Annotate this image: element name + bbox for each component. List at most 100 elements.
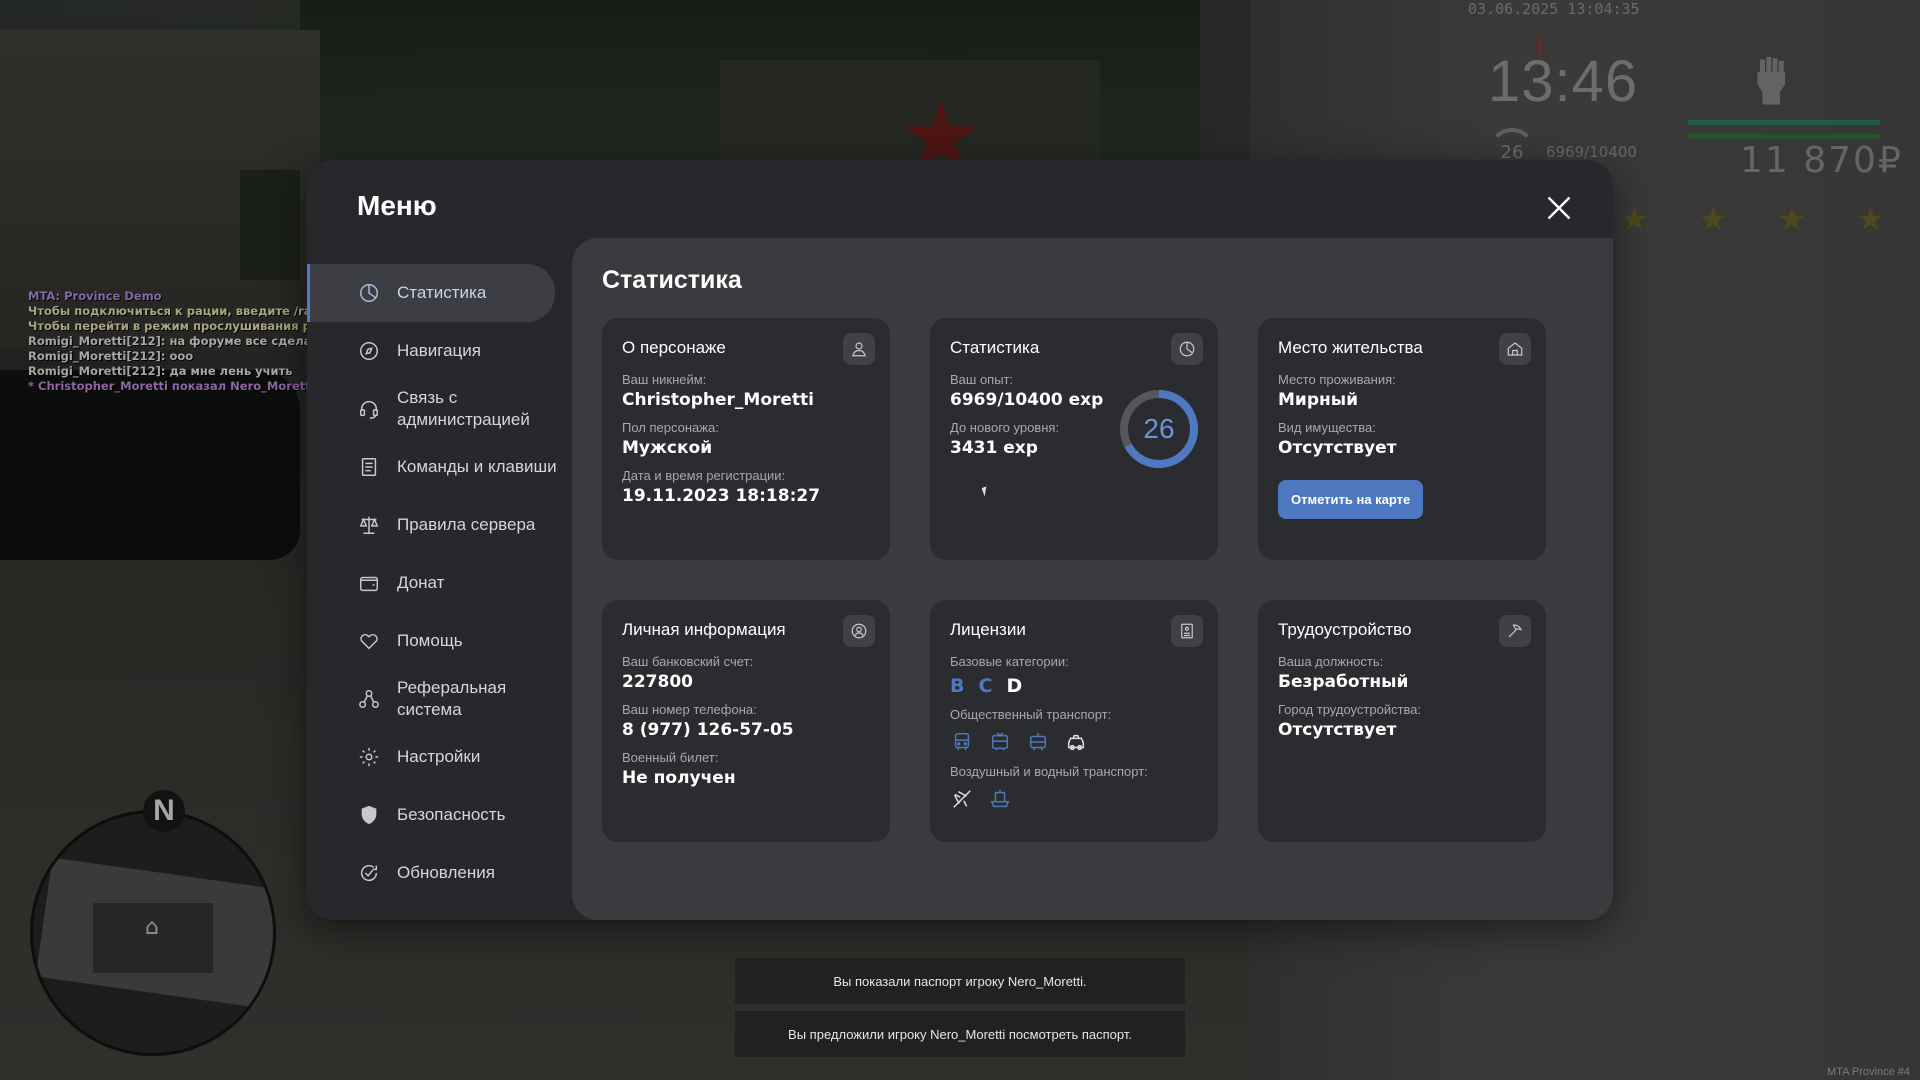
field-label: Место проживания: — [1278, 372, 1396, 387]
sidebar-item-label: Статистика — [397, 283, 487, 302]
sidebar-item-label: Связь с администрацией — [397, 388, 530, 429]
user-icon — [843, 333, 875, 365]
category-c: C — [978, 675, 993, 697]
refresh-check-icon — [357, 861, 381, 885]
user-circle-icon — [843, 615, 875, 647]
level-ring: 26 — [1118, 388, 1200, 470]
heart-hand-icon — [357, 629, 381, 653]
sidebar-item-help[interactable]: Помощь — [307, 612, 563, 670]
card-title: Статистика — [950, 338, 1040, 357]
sidebar-item-donate[interactable]: Донат — [307, 554, 563, 612]
character-card: О персонаже Ваш никнейм: Christopher_Mor… — [602, 318, 890, 560]
residence-value: Мирный — [1278, 390, 1359, 410]
page-title: Статистика — [602, 266, 742, 294]
field-label: Город трудоустройства: — [1278, 702, 1422, 717]
job-position-value: Безработный — [1278, 672, 1409, 692]
card-title: Личная информация — [622, 620, 786, 639]
headset-icon — [357, 397, 381, 421]
sidebar-item-label: Безопасность — [397, 805, 506, 824]
taxi-icon — [1064, 730, 1088, 754]
field-label: Общественный транспорт: — [950, 707, 1112, 722]
field-label: Воздушный и водный транспорт: — [950, 764, 1148, 779]
category-b: B — [950, 675, 965, 697]
field-label: Пол персонажа: — [622, 420, 719, 435]
field-label: Ваш никнейм: — [622, 372, 707, 387]
sidebar-item-label: Настройки — [397, 747, 481, 766]
field-label: Ваш банковский счет: — [622, 654, 754, 669]
registration-date-value: 19.11.2023 18:18:27 — [622, 486, 821, 506]
boat-icon — [988, 787, 1012, 811]
card-title: Трудоустройство — [1278, 620, 1412, 639]
sidebar-item-label: Правила сервера — [397, 515, 536, 534]
sidebar-item-referral[interactable]: Реферальная система — [307, 670, 563, 728]
property-value: Отсутствует — [1278, 438, 1397, 458]
people-network-icon — [357, 687, 381, 711]
level-number: 26 — [1143, 413, 1175, 444]
residence-card: Место жительства Место проживания: Мирны… — [1258, 318, 1546, 560]
stats-card: Статистика Ваш опыт: 6969/10400 exp До н… — [930, 318, 1218, 560]
license-document-icon — [1171, 615, 1203, 647]
bank-account-value: 227800 — [622, 672, 693, 692]
gear-icon — [357, 745, 381, 769]
sidebar-item-label: Помощь — [397, 631, 463, 650]
gender-value: Мужской — [622, 438, 713, 458]
server-tag: MTA Province #4 — [1827, 1066, 1910, 1078]
mark-on-map-button[interactable]: Отметить на карте — [1278, 480, 1424, 519]
pickaxe-icon — [1499, 615, 1531, 647]
air-water-transport-icons — [950, 787, 1198, 811]
field-label: Базовые категории: — [950, 654, 1069, 669]
document-icon — [357, 455, 381, 479]
phone-value: 8 (977) 126-57-05 — [622, 720, 794, 740]
military-id-value: Не получен — [622, 768, 736, 788]
pie-chart-icon — [357, 281, 381, 305]
sidebar: Статистика Навигация Связь с администрац… — [307, 264, 563, 902]
category-d: D — [1006, 675, 1023, 697]
field-label: Ваша должность: — [1278, 654, 1384, 669]
sidebar-item-label: Обновления — [397, 863, 495, 882]
menu-window: Меню Статистика Навигация Связь с админи… — [307, 160, 1613, 920]
sidebar-item-label: Донат — [397, 573, 445, 592]
job-city-value: Отсутствует — [1278, 720, 1397, 740]
public-transport-icons — [950, 730, 1198, 754]
sidebar-item-rules[interactable]: Правила сервера — [307, 496, 563, 554]
content-panel: Статистика О персонаже Ваш никнейм: Chri… — [572, 238, 1613, 920]
field-label: Ваш опыт: — [950, 372, 1014, 387]
pie-chart-icon — [1171, 333, 1203, 365]
nickname-value: Christopher_Moretti — [622, 390, 814, 410]
card-title: Лицензии — [950, 620, 1026, 639]
notification: Вы предложили игроку Nero_Moretti посмот… — [735, 1011, 1185, 1057]
sidebar-item-label: Команды и клавиши — [397, 457, 557, 476]
field-label: Военный билет: — [622, 750, 719, 765]
sidebar-item-settings[interactable]: Настройки — [307, 728, 563, 786]
compass-icon — [357, 339, 381, 363]
sidebar-item-admin-contact[interactable]: Связь с администрацией — [307, 380, 563, 438]
sidebar-item-label: Реферальная система — [397, 678, 507, 719]
sidebar-item-statistics[interactable]: Статистика — [307, 264, 555, 322]
sidebar-item-navigation[interactable]: Навигация — [307, 322, 563, 380]
notification: Вы показали паспорт игроку Nero_Moretti. — [735, 958, 1185, 1004]
sidebar-item-commands[interactable]: Команды и клавиши — [307, 438, 563, 496]
field-label: Вид имущества: — [1278, 420, 1376, 435]
close-button[interactable] — [1541, 190, 1577, 226]
bus-icon — [950, 730, 974, 754]
job-card: Трудоустройство Ваша должность: Безработ… — [1258, 600, 1546, 842]
scales-icon — [357, 513, 381, 537]
close-icon — [1547, 196, 1571, 220]
plane-icon — [950, 787, 974, 811]
license-categories: B C D — [950, 675, 1198, 697]
licenses-card: Лицензии Базовые категории: B C D Общест… — [930, 600, 1218, 842]
card-title: Место жительства — [1278, 338, 1423, 357]
trolleybus-icon — [988, 730, 1012, 754]
menu-title: Меню — [357, 190, 437, 221]
sidebar-item-security[interactable]: Безопасность — [307, 786, 563, 844]
field-label: Ваш номер телефона: — [622, 702, 757, 717]
tram-icon — [1026, 730, 1050, 754]
sidebar-item-updates[interactable]: Обновления — [307, 844, 563, 902]
shield-icon — [357, 803, 381, 827]
cards-grid: О персонаже Ваш никнейм: Christopher_Mor… — [602, 318, 1546, 842]
card-title: О персонаже — [622, 338, 726, 357]
field-label: Дата и время регистрации: — [622, 468, 786, 483]
sidebar-item-label: Навигация — [397, 341, 481, 360]
wallet-icon — [357, 571, 381, 595]
house-icon — [1499, 333, 1531, 365]
